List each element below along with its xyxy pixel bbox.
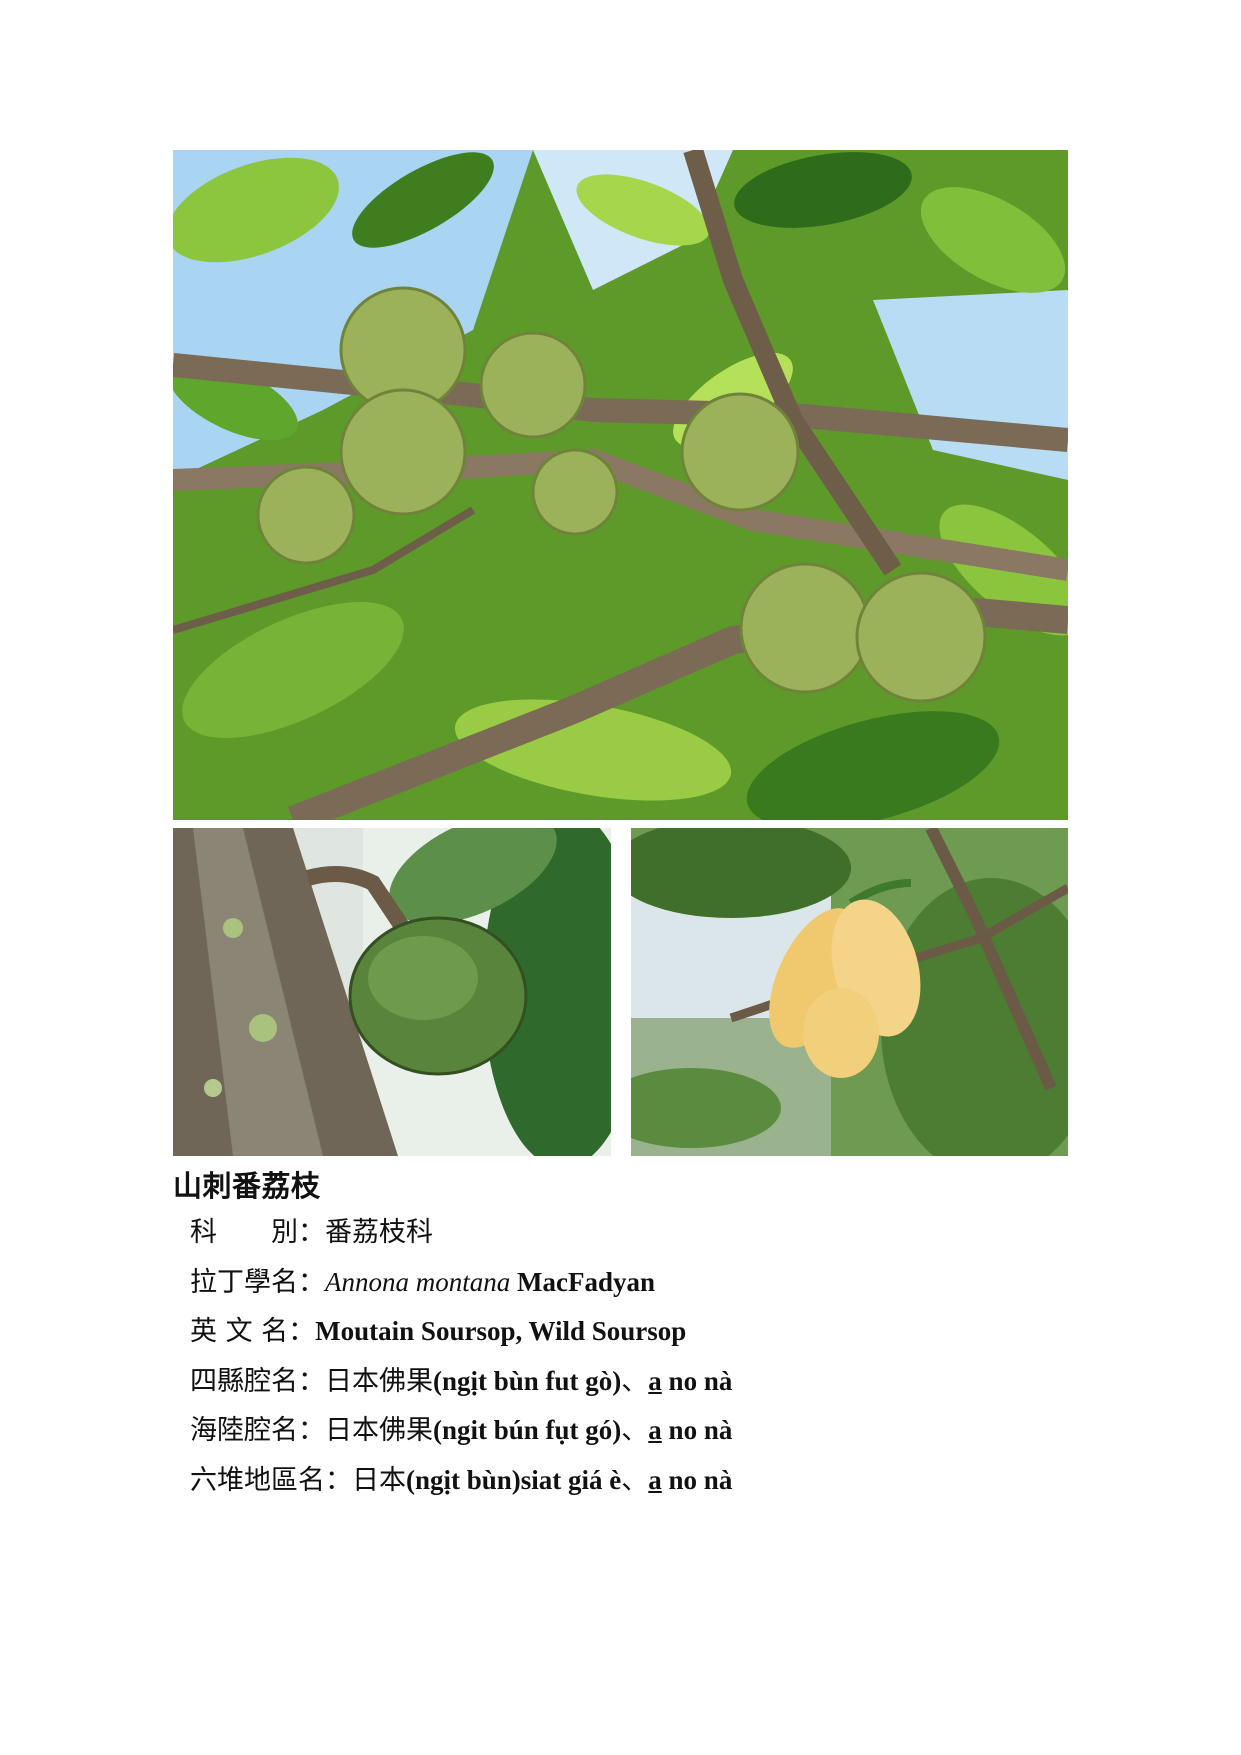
hailu-name-underlined: a bbox=[648, 1415, 662, 1445]
sixian-name-rest: no nà bbox=[661, 1365, 733, 1396]
latin-author: MacFadyan bbox=[517, 1266, 655, 1297]
english-name-label: 英 文 名 bbox=[190, 1316, 289, 1347]
latin-name-separator: ： bbox=[298, 1266, 325, 1298]
plant-info-list: 科 別：番荔枝科 拉丁學名： Annona montana MacFadyan 英… bbox=[190, 1210, 732, 1507]
hailu-name-row: 海陸腔名：日本佛果 (ngit bún fụt gó)、 a no nà bbox=[190, 1408, 732, 1458]
sixian-name-label: 四縣腔名 bbox=[190, 1365, 298, 1397]
soursop-tree-photo bbox=[173, 150, 1068, 820]
liudui-name-hanzi: 日本 bbox=[352, 1464, 406, 1496]
plant-title: 山刺番荔枝 bbox=[173, 1169, 321, 1203]
sixian-name-row: 四縣腔名：日本佛果 (ngịt bùn fut gò)、 a no nà bbox=[190, 1359, 732, 1409]
hailu-name-label: 海陸腔名 bbox=[190, 1415, 298, 1446]
liudui-name-underlined: a bbox=[648, 1464, 662, 1495]
sixian-name-hanzi: 日本佛果 bbox=[325, 1365, 433, 1397]
sixian-name-joiner: 、 bbox=[621, 1365, 649, 1397]
liudui-name-separator: ： bbox=[325, 1464, 352, 1496]
family-row: 科 別：番荔枝科 bbox=[190, 1210, 732, 1260]
latin-name-row: 拉丁學名： Annona montana MacFadyan bbox=[190, 1260, 732, 1310]
liudui-name-row: 六堆地區名：日本 (ngịt bùn)siat giá è、 a no nà bbox=[190, 1458, 732, 1508]
english-name-value: Moutain Soursop, Wild Soursop bbox=[315, 1316, 687, 1346]
sixian-name-underlined: a bbox=[648, 1365, 662, 1396]
family-label: 科 別 bbox=[190, 1217, 298, 1248]
english-name-row: 英 文 名： Moutain Soursop, Wild Soursop bbox=[190, 1309, 732, 1359]
hailu-name-joiner: 、 bbox=[621, 1415, 649, 1446]
soursop-fruit-photo bbox=[173, 828, 611, 1156]
liudui-name-joiner: 、 bbox=[621, 1464, 649, 1496]
liudui-name-label: 六堆地區名 bbox=[190, 1464, 325, 1496]
hailu-name-separator: ： bbox=[298, 1415, 325, 1446]
family-value: 番荔枝科 bbox=[325, 1217, 433, 1248]
sixian-name-romanization: (ngịt bùn fut gò) bbox=[433, 1365, 622, 1396]
liudui-name-rest: no nà bbox=[661, 1464, 733, 1495]
hailu-name-hanzi: 日本佛果 bbox=[325, 1415, 433, 1446]
latin-binomial: Annona montana bbox=[325, 1266, 511, 1297]
hailu-name-rest: no nà bbox=[661, 1415, 733, 1445]
sixian-name-separator: ： bbox=[298, 1365, 325, 1397]
latin-name-label: 拉丁學名 bbox=[190, 1266, 298, 1298]
family-separator: ： bbox=[298, 1217, 325, 1248]
english-name-separator: ： bbox=[288, 1316, 316, 1347]
hailu-name-romanization: (ngit bún fụt gó) bbox=[433, 1415, 622, 1445]
liudui-name-romanization: (ngịt bùn)siat giá è bbox=[406, 1464, 622, 1495]
soursop-flower-photo bbox=[631, 828, 1068, 1156]
